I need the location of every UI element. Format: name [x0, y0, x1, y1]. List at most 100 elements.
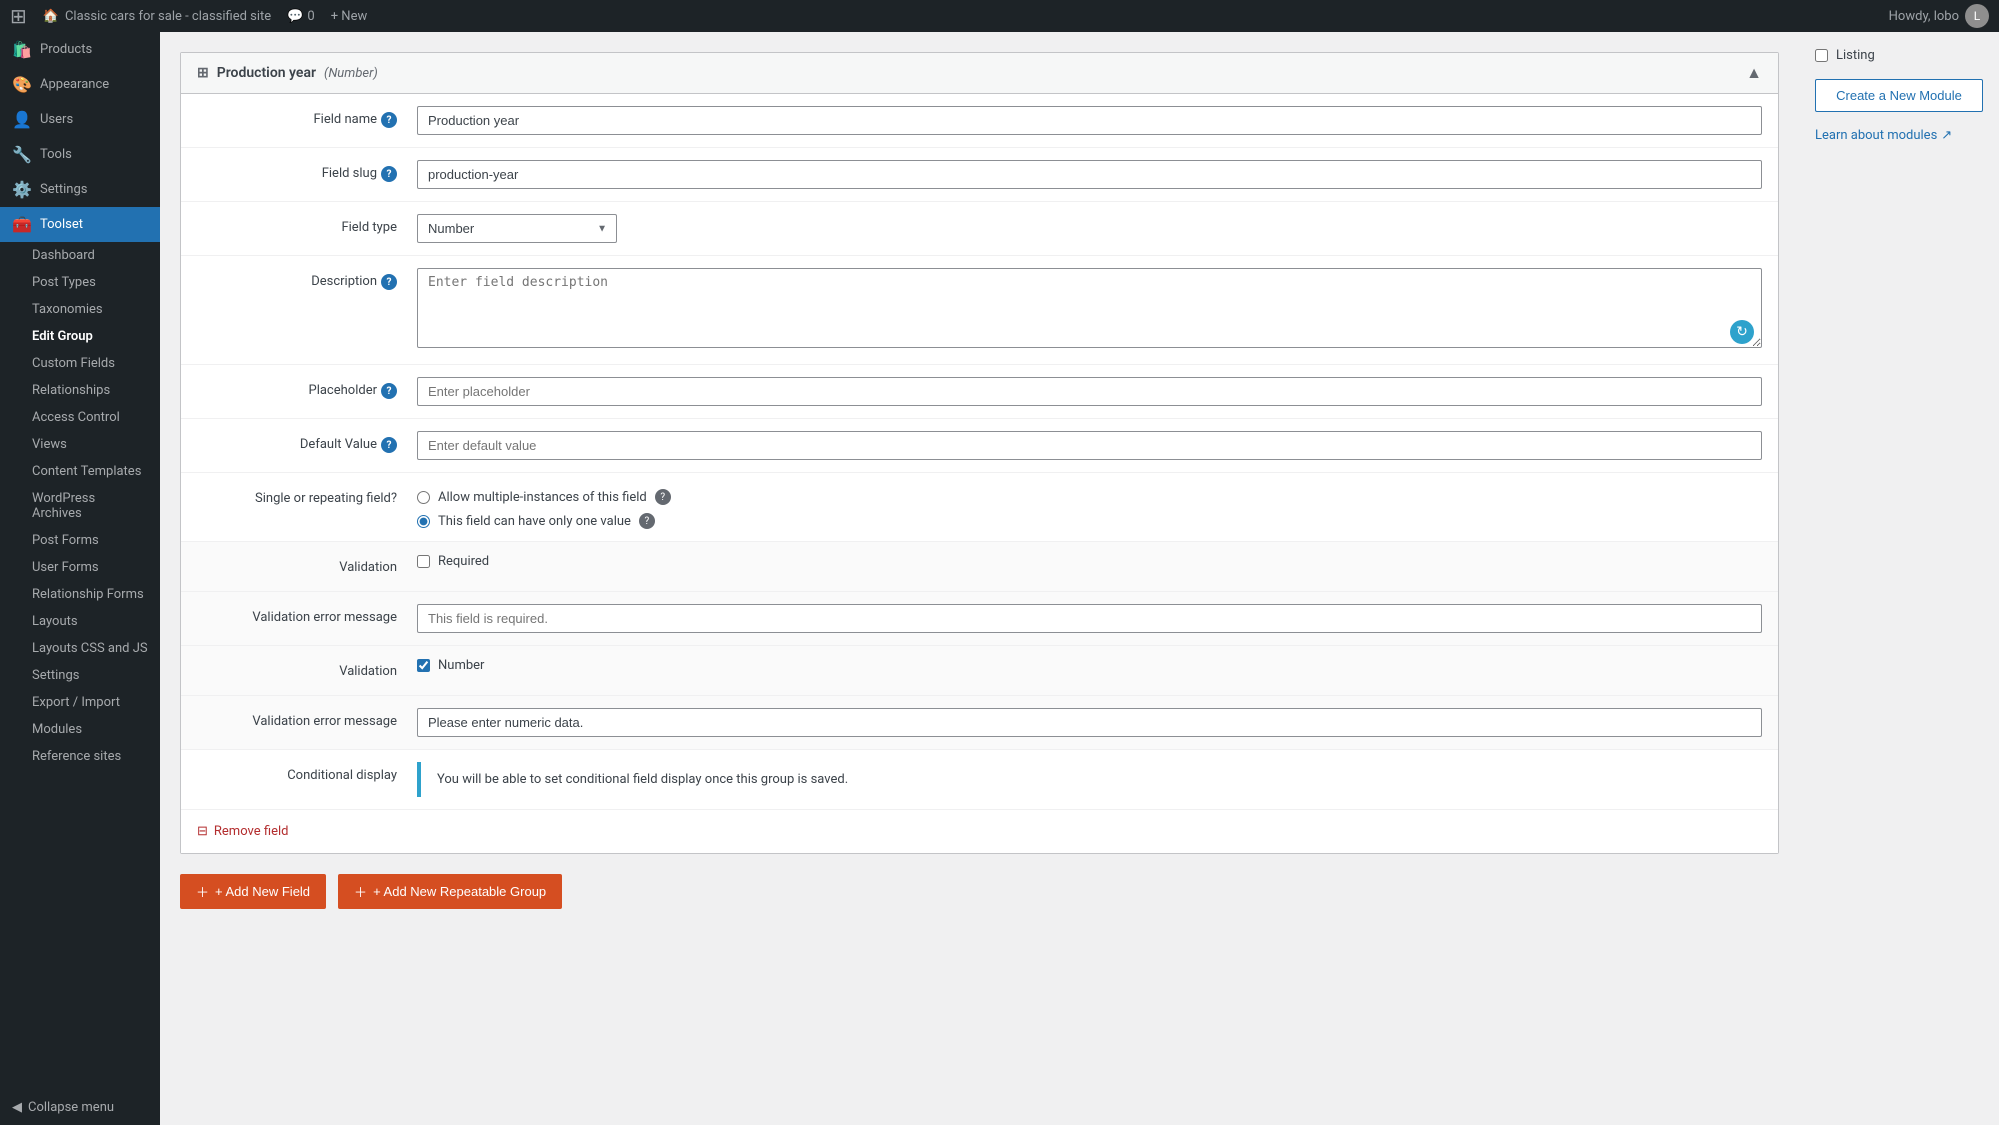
sidebar-sub-dashboard[interactable]: Dashboard: [0, 242, 160, 269]
validation-number-checkbox-label: Number: [438, 658, 484, 673]
add-new-repeatable-group-button[interactable]: ＋ + Add New Repeatable Group: [338, 874, 562, 909]
sidebar-sub-access-control[interactable]: Access Control: [0, 404, 160, 431]
sidebar-sub-export-import[interactable]: Export / Import: [0, 689, 160, 716]
field-name-input-wrapper: [417, 106, 1762, 135]
description-help-icon[interactable]: ?: [381, 274, 397, 290]
validation-error-message-label: Validation error message: [197, 604, 417, 625]
single-value-radio[interactable]: [417, 515, 430, 528]
placeholder-input-wrapper: [417, 377, 1762, 406]
sidebar-sub-reference-sites[interactable]: Reference sites: [0, 743, 160, 770]
sidebar-item-users[interactable]: 👤 Users: [0, 102, 160, 137]
sidebar-item-products[interactable]: 🛍️ Products: [0, 32, 160, 67]
validation-number-error-label: Validation error message: [197, 708, 417, 729]
field-slug-label: Field slug ?: [197, 160, 417, 182]
grid-field-icon: ⊞: [197, 65, 209, 81]
description-label: Description ?: [197, 268, 417, 290]
new-content-link[interactable]: + New: [331, 9, 368, 24]
allow-multiple-radio[interactable]: [417, 491, 430, 504]
sidebar-sub-user-forms[interactable]: User Forms: [0, 554, 160, 581]
field-card: ⊞ Production year (Number) ▲ Field name …: [180, 52, 1779, 854]
placeholder-help-icon[interactable]: ?: [381, 383, 397, 399]
sidebar-sub-taxonomies[interactable]: Taxonomies: [0, 296, 160, 323]
comments-link[interactable]: 💬 0: [287, 9, 315, 24]
field-name-help-icon[interactable]: ?: [381, 112, 397, 128]
field-type-label: (Number): [324, 66, 378, 81]
sidebar-item-appearance[interactable]: 🎨 Appearance: [0, 67, 160, 102]
radio-group: Allow multiple-instances of this field ?…: [417, 485, 1762, 529]
sidebar-sub-custom-fields[interactable]: Custom Fields: [0, 350, 160, 377]
field-slug-row: Field slug ?: [181, 148, 1778, 202]
sidebar-sub-content-templates[interactable]: Content Templates: [0, 458, 160, 485]
field-name-input[interactable]: [417, 106, 1762, 135]
conditional-display-field: You will be able to set conditional fiel…: [417, 762, 1762, 797]
learn-modules-link[interactable]: Learn about modules ↗: [1815, 128, 1983, 143]
single-repeating-label: Single or repeating field?: [197, 485, 417, 506]
default-value-help-icon[interactable]: ?: [381, 437, 397, 453]
validation-number-checkbox[interactable]: [417, 659, 430, 672]
sidebar-sub-post-types[interactable]: Post Types: [0, 269, 160, 296]
single-value-label: This field can have only one value: [438, 514, 631, 529]
collapse-arrow-icon: ◀: [12, 1100, 22, 1115]
sidebar-item-settings[interactable]: ⚙️ Settings: [0, 172, 160, 207]
validation-number-error-input[interactable]: [417, 708, 1762, 737]
site-name[interactable]: 🏠 Classic cars for sale - classified sit…: [43, 9, 271, 24]
remove-field-button[interactable]: ⊟ Remove field: [181, 810, 1778, 853]
sidebar: 🛍️ Products 🎨 Appearance 👤 Users 🔧 Tools…: [0, 32, 160, 1125]
sidebar-sub-wordpress-archives[interactable]: WordPress Archives: [0, 485, 160, 527]
sidebar-sub-post-forms[interactable]: Post Forms: [0, 527, 160, 554]
listing-checkbox[interactable]: [1815, 49, 1828, 62]
field-type-label-el: Field type: [197, 214, 417, 235]
collapse-menu[interactable]: ◀ Collapse menu: [0, 1090, 160, 1125]
description-textarea[interactable]: [417, 268, 1762, 348]
sidebar-item-toolset[interactable]: 🧰 Toolset: [0, 207, 160, 242]
field-card-header[interactable]: ⊞ Production year (Number) ▲: [181, 53, 1778, 94]
collapse-field-icon[interactable]: ▲: [1746, 63, 1762, 83]
external-link-icon: ↗: [1941, 128, 1952, 143]
sidebar-sub-modules[interactable]: Modules: [0, 716, 160, 743]
single-value-help-icon[interactable]: ?: [639, 513, 655, 529]
user-menu[interactable]: Howdy, lobo L: [1889, 4, 1989, 28]
allow-multiple-label: Allow multiple-instances of this field: [438, 490, 647, 505]
create-module-section: Create a New Module: [1815, 79, 1983, 112]
appearance-icon: 🎨: [12, 75, 32, 94]
toolset-icon: 🧰: [12, 215, 32, 234]
sidebar-sub-relationship-forms[interactable]: Relationship Forms: [0, 581, 160, 608]
description-refresh-icon[interactable]: ↻: [1730, 320, 1754, 344]
products-icon: 🛍️: [12, 40, 32, 59]
single-repeating-row: Single or repeating field? Allow multipl…: [181, 473, 1778, 542]
sidebar-sub-views[interactable]: Views: [0, 431, 160, 458]
sidebar-sub-layouts-css-js[interactable]: Layouts CSS and JS: [0, 635, 160, 662]
wp-logo[interactable]: ⊞: [10, 4, 27, 28]
required-checkbox[interactable]: [417, 555, 430, 568]
sidebar-sub-settings[interactable]: Settings: [0, 662, 160, 689]
validation-error-message-input[interactable]: [417, 604, 1762, 633]
number-checkbox-item: Number: [417, 658, 1762, 673]
single-repeating-options: Allow multiple-instances of this field ?…: [417, 485, 1762, 529]
placeholder-input[interactable]: [417, 377, 1762, 406]
sidebar-sub-layouts[interactable]: Layouts: [0, 608, 160, 635]
learn-modules-section: Learn about modules ↗: [1815, 128, 1983, 143]
field-type-select[interactable]: Number Text Email URL Phone Date: [417, 214, 617, 243]
settings-icon: ⚙️: [12, 180, 32, 199]
validation-required-row: Validation Required: [181, 542, 1778, 592]
field-title: Production year: [217, 65, 316, 81]
sidebar-item-tools[interactable]: 🔧 Tools: [0, 137, 160, 172]
sidebar-sub-relationships[interactable]: Relationships: [0, 377, 160, 404]
default-value-input[interactable]: [417, 431, 1762, 460]
create-new-module-button[interactable]: Create a New Module: [1815, 79, 1983, 112]
allow-multiple-option: Allow multiple-instances of this field ?: [417, 489, 1762, 505]
field-slug-input[interactable]: [417, 160, 1762, 189]
field-type-row: Field type Number Text Email URL Phone D…: [181, 202, 1778, 256]
validation-number-field: Number: [417, 658, 1762, 673]
validation-number-error-field: [417, 708, 1762, 737]
field-slug-help-icon[interactable]: ?: [381, 166, 397, 182]
placeholder-label: Placeholder ?: [197, 377, 417, 399]
avatar: L: [1965, 4, 1989, 28]
validation-label: Validation: [197, 554, 417, 575]
remove-field-icon: ⊟: [197, 824, 208, 839]
add-new-field-button[interactable]: ＋ + Add New Field: [180, 874, 326, 909]
allow-multiple-help-icon[interactable]: ?: [655, 489, 671, 505]
listing-section: Listing: [1815, 48, 1983, 63]
conditional-display-row: Conditional display You will be able to …: [181, 750, 1778, 810]
sidebar-sub-edit-group[interactable]: Edit Group: [0, 323, 160, 350]
